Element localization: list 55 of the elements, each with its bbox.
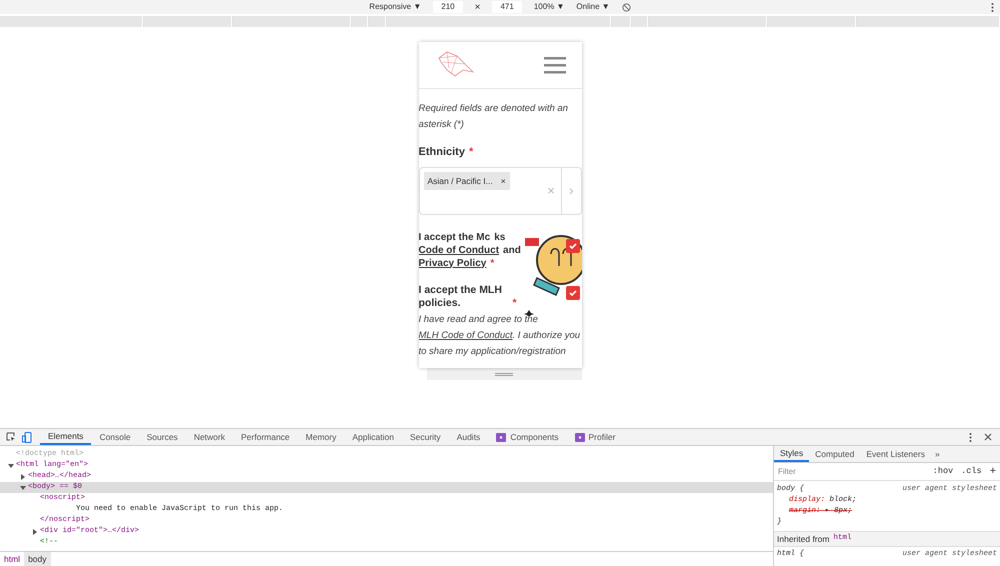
rotate-icon[interactable] [622,2,631,12]
more-icon[interactable] [969,432,972,442]
styles-pane-tab[interactable]: Computed [809,446,860,462]
devtools-tab[interactable]: Elements [40,429,92,445]
device-toggle-icon[interactable] [22,432,32,442]
expand-arrow-icon[interactable] [32,528,38,534]
required-note: Required fields are denoted with an asterisk (*) [418,102,569,132]
consent-joiner: and [503,244,521,256]
privacy-policy-link[interactable]: Privacy Policy [418,256,486,270]
devtools-tab[interactable]: Audits [448,429,488,445]
throttle-dropdown[interactable]: Online ▼ [576,1,610,13]
consent-label: I accept the Mc [418,230,490,244]
checkmark-icon [568,290,576,296]
code-of-conduct-link[interactable]: Code of Conduct [418,244,500,256]
devtools-tab[interactable]: Components [488,429,567,445]
required-mark: * [468,145,474,160]
styles-pane-tab[interactable]: Event Listeners [860,446,931,462]
times-sign: × [474,0,480,14]
devtools-tab[interactable]: Application [344,429,402,445]
consent-label: I accept the MLH policies. [418,284,503,310]
menu-icon[interactable] [544,56,566,74]
devtools-tab[interactable]: Sources [138,429,186,445]
breadcrumb[interactable]: body [24,552,50,566]
field-label: Ethnicity [418,145,465,160]
devtools-tab[interactable]: Console [91,429,139,445]
height-field[interactable]: 471 [492,1,522,13]
required-mark: * [490,256,494,270]
close-icon[interactable] [984,433,992,441]
required-mark: * [512,296,517,310]
devtools-tab[interactable]: Profiler [566,429,624,445]
devtools-tab[interactable]: Network [186,429,233,445]
zoom-dropdown[interactable]: 100% ▼ [534,1,564,13]
breadcrumb[interactable]: html [0,552,24,566]
styles-pane-tab[interactable]: Styles [774,446,810,462]
tag-label: Asian / Pacific I... [428,174,493,188]
consent-label: ks [494,230,506,244]
device-mode-dropdown[interactable]: Responsive ▼ [369,1,422,13]
add-rule-button[interactable]: + [990,463,996,480]
inspect-icon[interactable] [6,432,16,442]
devtools-tab[interactable]: Performance [233,429,298,445]
checkmark-icon [568,242,576,248]
more-tabs-button[interactable]: » [930,448,944,460]
more-icon[interactable] [991,3,994,12]
hov-button[interactable]: :hov [932,465,954,478]
consent-description: I have read and agree to the MLH Code of Conduct. I authorize you to share my application/registration [418,312,582,358]
cls-button[interactable]: .cls [961,465,982,478]
ethnicity-select[interactable]: Asian / Pacific I... × × › [418,166,582,214]
resize-handle[interactable] [426,368,582,380]
inherited-label: Inherited from [777,532,830,546]
checkbox[interactable] [566,286,580,300]
tag-remove-button[interactable]: × [500,174,506,188]
devtools-tab[interactable]: Memory [298,429,344,445]
mlh-code-of-conduct-link[interactable]: MLH Code of Conduct [418,330,512,340]
width-field[interactable]: 210 [433,1,463,13]
devtools-tab[interactable]: Security [402,429,449,445]
